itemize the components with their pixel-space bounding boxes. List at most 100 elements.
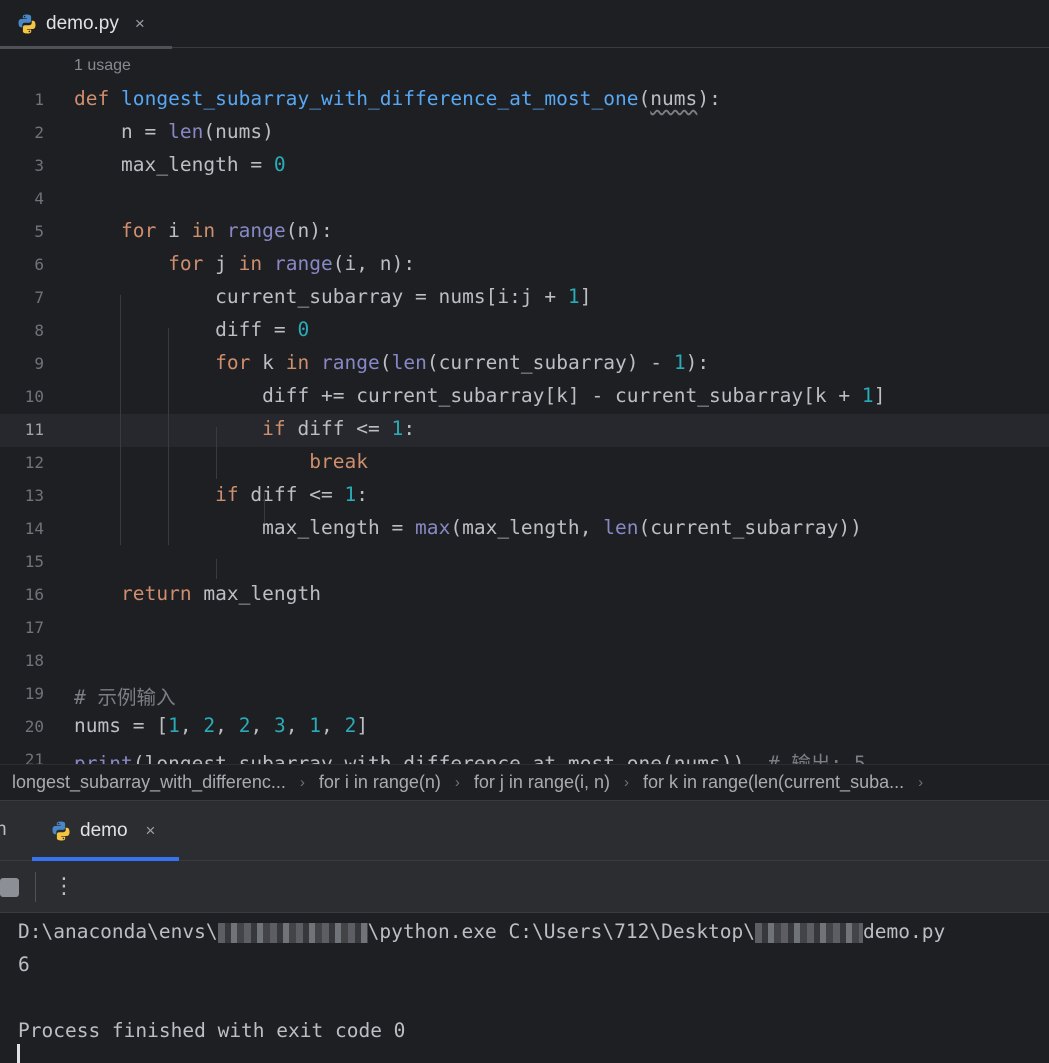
code-line[interactable]: 18 [0, 645, 1049, 678]
editor-tab-bar: demo.py × [0, 0, 1049, 49]
line-number[interactable]: 13 [0, 486, 44, 505]
breadcrumb-item[interactable]: for i in range(n) [319, 772, 441, 793]
console-caret [17, 1044, 20, 1063]
breadcrumb-item[interactable]: for j in range(i, n) [474, 772, 610, 793]
tab-label: demo.py [46, 13, 119, 34]
line-number[interactable]: 9 [0, 354, 44, 373]
python-file-icon [16, 13, 38, 35]
line-number[interactable]: 18 [0, 651, 44, 670]
breadcrumb-item[interactable]: for k in range(len(current_suba... [643, 772, 904, 793]
indent-guide [216, 559, 217, 579]
run-tool-window-tabs: n demo × [0, 800, 1049, 861]
code-text: nums = [1, 2, 2, 3, 1, 2] [74, 714, 369, 737]
run-panel-title-stub: n [0, 819, 7, 840]
code-text: diff += current_subarray[k] - current_su… [74, 384, 886, 407]
console-text: \python.exe C:\Users\712\Desktop\ [367, 920, 756, 943]
code-line[interactable]: 9 for k in range(len(current_subarray) -… [0, 348, 1049, 381]
code-text: current_subarray = nums[i:j + 1] [74, 285, 592, 308]
chevron-right-icon: › [623, 774, 629, 791]
run-tab-demo[interactable]: demo × [32, 801, 179, 861]
code-text: max_length = 0 [74, 153, 286, 176]
redacted-env-name [217, 922, 368, 943]
run-console[interactable]: D:\anaconda\envs\ \python.exe C:\Users\71… [0, 913, 1049, 1063]
code-text: max_length = max(max_length, len(current… [74, 516, 862, 539]
code-text: if diff <= 1: [215, 483, 369, 506]
code-text: for j in range(i, n): [168, 252, 416, 275]
code-editor[interactable]: 1 usage 1 def longest_subarray_with_diffe… [0, 49, 1049, 764]
python-run-config-icon [50, 820, 72, 842]
console-text: demo.py [863, 920, 946, 943]
chevron-right-icon: › [918, 774, 924, 791]
code-line[interactable]: 4 [0, 183, 1049, 216]
line-number[interactable]: 19 [0, 684, 44, 703]
code-line[interactable]: 12 break [0, 447, 1049, 480]
code-line[interactable]: 2 n = len(nums) [0, 117, 1049, 150]
line-number[interactable]: 1 [0, 90, 44, 109]
code-text: print(longest_subarray_with_difference_a… [74, 752, 866, 764]
line-number[interactable]: 5 [0, 222, 44, 241]
console-command-line: D:\anaconda\envs\ \python.exe C:\Users\71… [18, 920, 945, 943]
code-text: for k in range(len(current_subarray) - 1… [215, 351, 710, 374]
code-line[interactable]: 15 [0, 546, 1049, 579]
code-line[interactable]: 13 if diff <= 1: [0, 480, 1049, 513]
console-text: D:\anaconda\envs\ [18, 920, 218, 943]
usage-inlay-hint[interactable]: 1 usage [74, 57, 131, 75]
run-tab-label: demo [80, 820, 128, 841]
code-text: # 示例输入 [74, 686, 176, 709]
close-icon[interactable]: × [135, 14, 145, 34]
indent-guide [264, 493, 265, 523]
code-line[interactable]: 10 diff += current_subarray[k] - current… [0, 381, 1049, 414]
code-text: def longest_subarray_with_difference_at_… [74, 87, 721, 110]
indent-guide [216, 427, 217, 479]
code-line[interactable]: 3 max_length = 0 [0, 150, 1049, 183]
code-line[interactable]: 16 return max_length [0, 579, 1049, 612]
code-line[interactable]: 20 nums = [1, 2, 2, 3, 1, 2] [0, 711, 1049, 744]
code-text: return max_length [121, 582, 321, 605]
line-number[interactable]: 20 [0, 717, 44, 736]
code-text: diff = 0 [74, 318, 310, 341]
line-number[interactable]: 2 [0, 123, 44, 142]
indent-guide [120, 295, 121, 545]
run-toolbar: ⋮ [0, 861, 1049, 913]
code-text: if diff <= 1: [262, 417, 416, 440]
line-number[interactable]: 12 [0, 453, 44, 472]
code-text: n = len(nums) [74, 120, 274, 143]
line-number[interactable]: 4 [0, 189, 44, 208]
chevron-right-icon: › [299, 774, 305, 791]
breadcrumb: longest_subarray_with_differenc... › for… [0, 764, 1049, 800]
code-line[interactable]: 1 def longest_subarray_with_difference_at… [0, 84, 1049, 117]
more-options-icon[interactable]: ⋮ [53, 873, 75, 899]
code-line[interactable]: 11 if diff <= 1: [0, 414, 1049, 447]
code-line[interactable]: 19 # 示例输入 [0, 678, 1049, 711]
stop-icon[interactable] [0, 878, 19, 897]
line-number[interactable]: 3 [0, 156, 44, 175]
breadcrumb-item[interactable]: longest_subarray_with_differenc... [12, 772, 286, 793]
line-number[interactable]: 14 [0, 519, 44, 538]
code-line[interactable]: 5 for i in range(n): [0, 216, 1049, 249]
toolbar-divider [35, 872, 36, 902]
chevron-right-icon: › [454, 774, 460, 791]
line-number[interactable]: 8 [0, 321, 44, 340]
close-icon[interactable]: × [146, 821, 156, 841]
line-number[interactable]: 10 [0, 387, 44, 406]
line-number[interactable]: 16 [0, 585, 44, 604]
console-output: 6 [18, 953, 30, 976]
indent-guide [168, 328, 169, 545]
line-number[interactable]: 11 [0, 420, 44, 439]
console-exit-message: Process finished with exit code 0 [18, 1019, 406, 1042]
code-line[interactable]: 7 current_subarray = nums[i:j + 1] [0, 282, 1049, 315]
line-number[interactable]: 6 [0, 255, 44, 274]
code-line[interactable]: 6 for j in range(i, n): [0, 249, 1049, 282]
code-line[interactable]: 8 diff = 0 [0, 315, 1049, 348]
code-text: break [309, 450, 369, 473]
code-text: for i in range(n): [121, 219, 333, 242]
redacted-folder-name [755, 922, 864, 943]
code-line[interactable]: 14 max_length = max(max_length, len(curr… [0, 513, 1049, 546]
line-number[interactable]: 15 [0, 552, 44, 571]
line-number[interactable]: 21 [0, 750, 44, 764]
code-line[interactable]: 21 print(longest_subarray_with_difference… [0, 744, 1049, 764]
line-number[interactable]: 17 [0, 618, 44, 637]
code-line[interactable]: 17 [0, 612, 1049, 645]
tab-demo-py[interactable]: demo.py × [0, 0, 172, 49]
line-number[interactable]: 7 [0, 288, 44, 307]
